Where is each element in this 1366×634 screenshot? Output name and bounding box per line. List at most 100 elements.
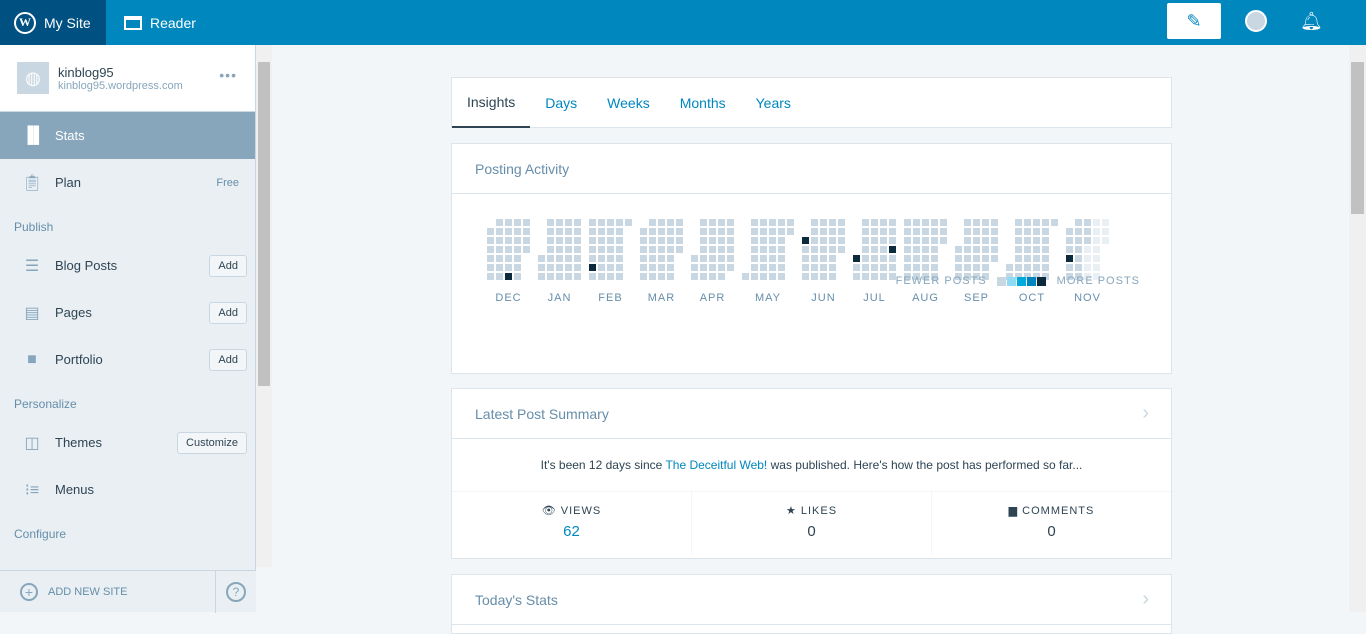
heatmap-day[interactable]: [607, 255, 614, 262]
heatmap-day[interactable]: [802, 246, 809, 253]
heatmap-day[interactable]: [676, 246, 683, 253]
heatmap-day[interactable]: [565, 255, 572, 262]
heatmap-day[interactable]: [880, 246, 887, 253]
heatmap-day[interactable]: [871, 264, 878, 271]
heatmap-day[interactable]: [1075, 246, 1082, 253]
heatmap-day[interactable]: [1093, 246, 1100, 253]
heatmap-day[interactable]: [1024, 237, 1031, 244]
heatmap-day[interactable]: [853, 264, 860, 271]
heatmap-day[interactable]: [1084, 264, 1091, 271]
heatmap-day[interactable]: [640, 264, 647, 271]
heatmap-day[interactable]: [514, 273, 521, 280]
heatmap-day[interactable]: [574, 228, 581, 235]
heatmap-day[interactable]: [700, 264, 707, 271]
heatmap-day[interactable]: [1066, 255, 1073, 262]
heatmap-day[interactable]: [940, 228, 947, 235]
heatmap-day[interactable]: [991, 219, 998, 226]
heatmap-day[interactable]: [574, 255, 581, 262]
heatmap-day[interactable]: [820, 228, 827, 235]
heatmap-day[interactable]: [496, 219, 503, 226]
heatmap-day[interactable]: [718, 237, 725, 244]
heatmap-day[interactable]: [778, 219, 785, 226]
heatmap-day[interactable]: [751, 246, 758, 253]
heatmap-day[interactable]: [523, 219, 530, 226]
heatmap-day[interactable]: [616, 255, 623, 262]
heatmap-day[interactable]: [1066, 237, 1073, 244]
heatmap-day[interactable]: [640, 273, 647, 280]
heatmap-day[interactable]: [709, 228, 716, 235]
heatmap-day[interactable]: [778, 237, 785, 244]
heatmap-day[interactable]: [1042, 219, 1049, 226]
heatmap-day[interactable]: [1042, 255, 1049, 262]
heatmap-day[interactable]: [982, 255, 989, 262]
heatmap-day[interactable]: [691, 255, 698, 262]
heatmap-day[interactable]: [811, 255, 818, 262]
sidebar-item-menus[interactable]: ⁝≡ Menus: [0, 466, 255, 513]
heatmap-day[interactable]: [538, 264, 545, 271]
heatmap-day[interactable]: [649, 246, 656, 253]
heatmap-day[interactable]: [838, 237, 845, 244]
heatmap-day[interactable]: [1015, 228, 1022, 235]
heatmap-day[interactable]: [760, 264, 767, 271]
heatmap-day[interactable]: [1042, 228, 1049, 235]
sidebar-item-themes[interactable]: ◫ Themes Customize: [0, 419, 255, 466]
heatmap-day[interactable]: [1015, 219, 1022, 226]
heatmap-day[interactable]: [640, 255, 647, 262]
tab-days[interactable]: Days: [530, 78, 592, 128]
heatmap-day[interactable]: [922, 264, 929, 271]
heatmap-day[interactable]: [496, 228, 503, 235]
my-site-button[interactable]: W My Site: [0, 0, 106, 45]
heatmap-day[interactable]: [889, 264, 896, 271]
heatmap-day[interactable]: [811, 273, 818, 280]
heatmap-day[interactable]: [787, 219, 794, 226]
heatmap-day[interactable]: [649, 273, 656, 280]
heatmap-day[interactable]: [547, 228, 554, 235]
heatmap-day[interactable]: [862, 246, 869, 253]
heatmap-day[interactable]: [700, 237, 707, 244]
add-post-button[interactable]: Add: [209, 254, 247, 277]
heatmap-day[interactable]: [565, 237, 572, 244]
heatmap-day[interactable]: [1033, 228, 1040, 235]
heatmap-day[interactable]: [862, 228, 869, 235]
heatmap-day[interactable]: [1075, 219, 1082, 226]
heatmap-day[interactable]: [802, 255, 809, 262]
heatmap-day[interactable]: [1102, 237, 1109, 244]
heatmap-day[interactable]: [838, 228, 845, 235]
heatmap-day[interactable]: [1006, 264, 1013, 271]
heatmap-day[interactable]: [727, 255, 734, 262]
heatmap-day[interactable]: [487, 264, 494, 271]
heatmap-day[interactable]: [889, 228, 896, 235]
heatmap-day[interactable]: [760, 246, 767, 253]
heatmap-day[interactable]: [982, 264, 989, 271]
heatmap-day[interactable]: [1084, 237, 1091, 244]
heatmap-day[interactable]: [904, 237, 911, 244]
heatmap-day[interactable]: [1084, 246, 1091, 253]
heatmap-day[interactable]: [871, 273, 878, 280]
heatmap-day[interactable]: [871, 246, 878, 253]
heatmap-day[interactable]: [589, 264, 596, 271]
heatmap-day[interactable]: [658, 255, 665, 262]
heatmap-day[interactable]: [1042, 246, 1049, 253]
heatmap-day[interactable]: [829, 273, 836, 280]
heatmap-day[interactable]: [1066, 246, 1073, 253]
heatmap-day[interactable]: [574, 246, 581, 253]
profile-avatar[interactable]: [1245, 10, 1267, 32]
heatmap-day[interactable]: [505, 228, 512, 235]
heatmap-day[interactable]: [1066, 264, 1073, 271]
heatmap-day[interactable]: [616, 228, 623, 235]
help-button[interactable]: ?: [215, 570, 256, 613]
heatmap-day[interactable]: [880, 273, 887, 280]
heatmap-day[interactable]: [751, 237, 758, 244]
heatmap-day[interactable]: [718, 228, 725, 235]
heatmap-day[interactable]: [964, 246, 971, 253]
heatmap-day[interactable]: [787, 228, 794, 235]
views-value[interactable]: 62: [563, 523, 580, 540]
heatmap-day[interactable]: [676, 237, 683, 244]
heatmap-day[interactable]: [931, 255, 938, 262]
heatmap-day[interactable]: [616, 219, 623, 226]
heatmap-day[interactable]: [667, 264, 674, 271]
post-link[interactable]: The Deceitful Web!: [665, 458, 767, 472]
scroll-thumb[interactable]: [258, 62, 270, 386]
heatmap-day[interactable]: [820, 273, 827, 280]
heatmap-day[interactable]: [760, 219, 767, 226]
